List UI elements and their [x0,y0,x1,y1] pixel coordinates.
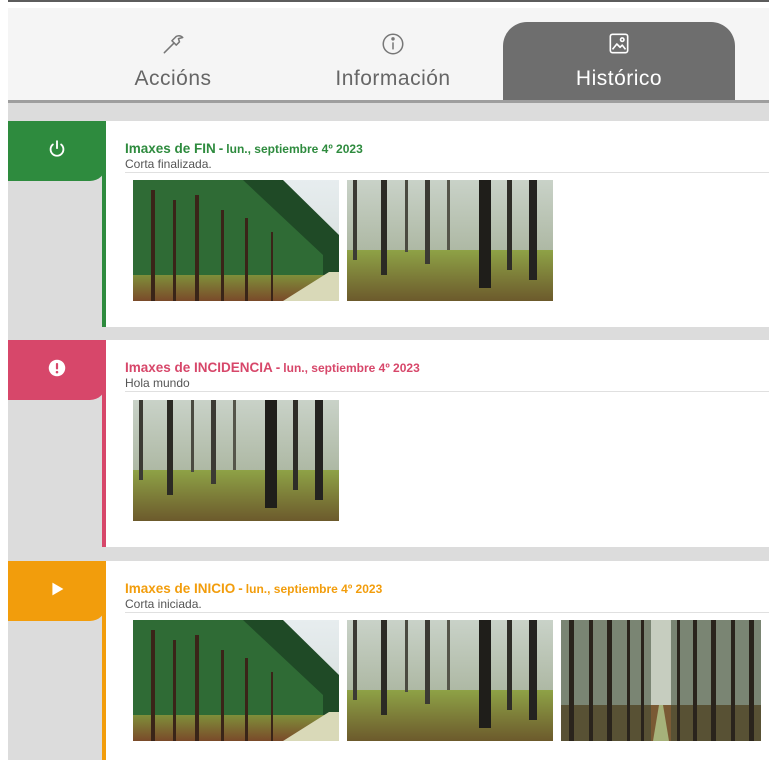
tab-info-label: Información [335,67,451,90]
entry-title-separator: - [218,141,224,156]
pine-forest-undergrowth-photo[interactable] [347,180,553,301]
pine-forest-road-photo[interactable] [133,180,339,301]
entry-title-text: Imaxes de FIN [125,141,216,156]
entry-date: lun., septiembre 4º 2023 [283,361,420,375]
entry-subtitle: Hola mundo [125,376,190,390]
entry-divider [125,172,769,173]
alert-icon [46,357,68,384]
entry-divider [125,391,769,392]
history-entry-fin: Imaxes de FIN - lun., septiembre 4º 2023 C… [8,121,769,327]
history-entry-incidencia: Imaxes de INCIDENCIA - lun., septiembre 4º… [8,340,769,547]
play-icon [46,578,68,605]
entry-divider [125,612,769,613]
entry-subtitle: Corta finalizada. [125,157,212,171]
entry-badge [8,340,106,400]
image-gallery-icon [606,31,632,62]
info-circle-icon [380,31,406,62]
hammer-icon [160,31,186,62]
entry-subtitle: Corta iniciada. [125,597,202,611]
tab-bar: Accións Información Histórico [8,8,769,103]
entry-title-text: Imaxes de INCIDENCIA [125,360,273,375]
entry-badge [8,121,106,181]
tab-actions-label: Accións [134,67,212,90]
entry-title-separator: - [238,581,243,596]
pine-forest-path-photo[interactable] [561,620,761,741]
entry-title-text: Imaxes de INICIO [125,581,236,596]
entry-title-separator: - [275,360,281,375]
pine-forest-undergrowth-photo[interactable] [347,620,553,741]
history-entry-inicio: Imaxes de INICIO - lun., septiembre 4º 202… [8,561,769,760]
entry-date: lun., septiembre 4º 2023 [226,142,363,156]
entry-badge [8,561,106,621]
entry-title: Imaxes de INCIDENCIA - lun., septiembre 4º… [125,360,420,375]
tab-actions[interactable]: Accións [98,8,248,100]
pine-forest-undergrowth-photo[interactable] [133,400,339,521]
tab-history-label: Histórico [575,67,663,90]
entry-title: Imaxes de INICIO - lun., septiembre 4º 202… [125,581,382,596]
entry-date: lun., septiembre 4º 2023 [245,582,383,596]
entry-title: Imaxes de FIN - lun., septiembre 4º 2023 [125,141,363,156]
top-divider [8,0,769,2]
tab-history[interactable]: Histórico [503,22,735,100]
power-icon [46,138,68,165]
pine-forest-road-photo[interactable] [133,620,339,741]
tab-info[interactable]: Información [308,8,478,100]
